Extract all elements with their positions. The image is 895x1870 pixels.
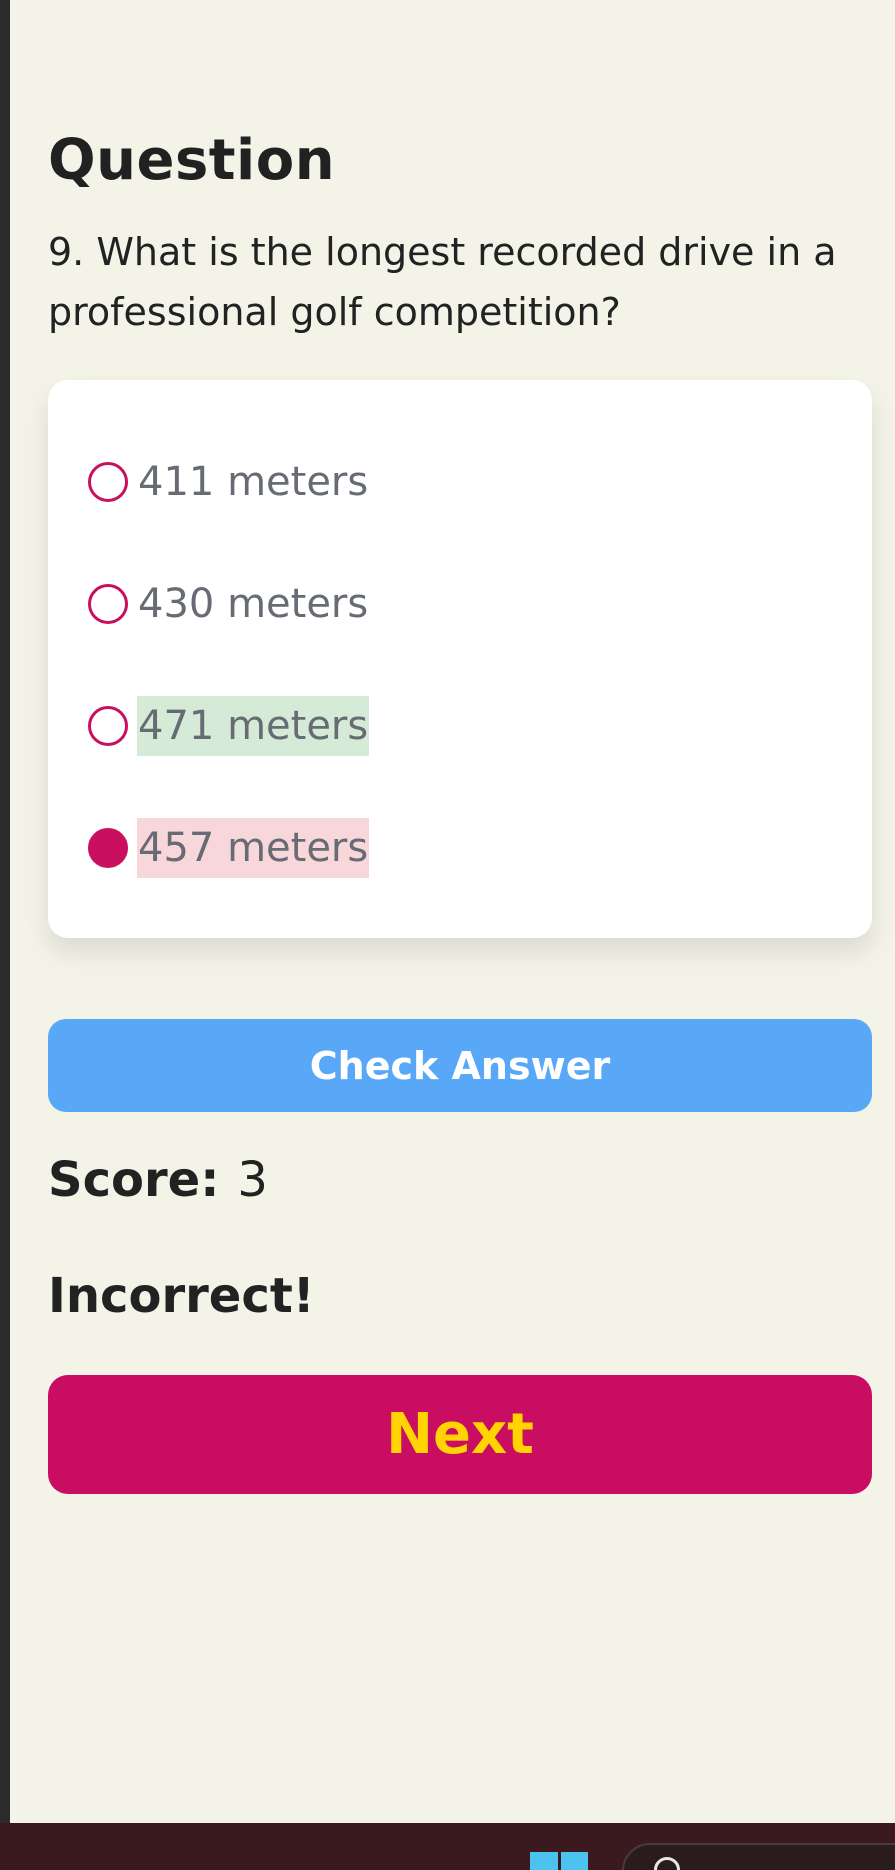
search-icon (654, 1857, 680, 1870)
next-button[interactable]: Next (48, 1375, 872, 1494)
radio-button-selected[interactable] (88, 828, 128, 868)
option-411-meters[interactable]: 411 meters (88, 452, 369, 512)
page-title: Question (48, 128, 336, 193)
option-label-wrong: 457 meters (137, 818, 370, 878)
radio-button[interactable] (88, 584, 128, 624)
option-430-meters[interactable]: 430 meters (88, 574, 369, 634)
score-label: Score: (48, 1152, 220, 1208)
score-row: Score: 3 (48, 1152, 268, 1208)
windows-start-icon[interactable] (530, 1852, 588, 1870)
window-edge (0, 0, 10, 1823)
check-answer-button[interactable]: Check Answer (48, 1019, 872, 1112)
taskbar (0, 1823, 895, 1870)
option-label: 430 meters (138, 581, 369, 627)
option-label: 411 meters (138, 459, 369, 505)
option-471-meters[interactable]: 471 meters (88, 696, 370, 756)
taskbar-search[interactable] (622, 1843, 895, 1870)
score-value: 3 (237, 1152, 268, 1208)
radio-button[interactable] (88, 462, 128, 502)
option-label-correct: 471 meters (137, 696, 370, 756)
option-457-meters[interactable]: 457 meters (88, 818, 370, 878)
quiz-page: Question 9. What is the longest recorded… (48, 0, 872, 1823)
question-text: 9. What is the longest recorded drive in… (48, 230, 837, 334)
radio-button[interactable] (88, 706, 128, 746)
feedback-message: Incorrect! (48, 1268, 315, 1324)
